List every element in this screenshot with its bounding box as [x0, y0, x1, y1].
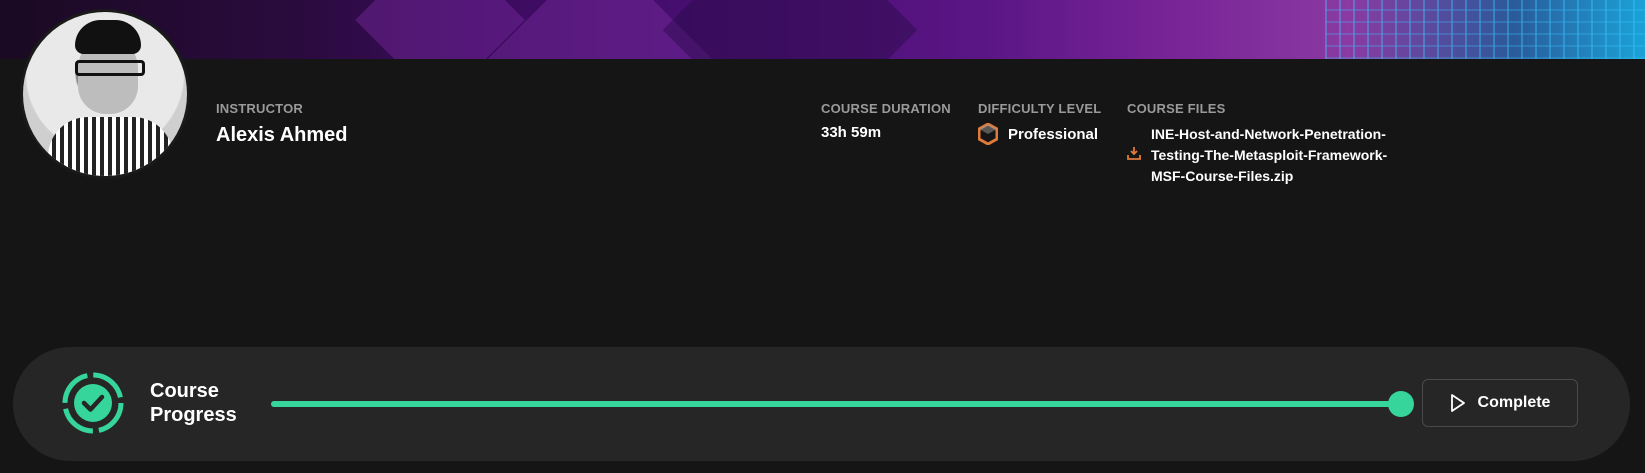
course-file-link[interactable]: INE-Host-and-Network-Penetration-Testing…: [1151, 124, 1391, 187]
download-icon[interactable]: [1127, 146, 1141, 160]
instructor-info: INSTRUCTOR Alexis Ahmed: [216, 101, 348, 147]
difficulty-level: DIFFICULTY LEVEL Professional: [978, 101, 1101, 145]
course-duration: COURSE DURATION 33h 59m: [821, 101, 951, 141]
difficulty-value: Professional: [1008, 125, 1099, 143]
complete-button[interactable]: Complete: [1422, 379, 1578, 427]
course-banner: [0, 0, 1645, 59]
banner-grid-pattern: [1325, 0, 1645, 59]
progress-check-icon: [62, 372, 124, 434]
instructor-avatar: [20, 9, 190, 179]
avatar-shirt: [48, 117, 173, 176]
course-files-label: COURSE FILES: [1127, 101, 1226, 116]
instructor-name[interactable]: Alexis Ahmed: [216, 124, 348, 147]
difficulty-label: DIFFICULTY LEVEL: [978, 101, 1102, 116]
course-progress-label: Course Progress: [150, 380, 237, 426]
course-files: COURSE FILES INE-Host-and-Network-Penetr…: [1127, 101, 1397, 187]
banner-shape: [662, 0, 918, 59]
complete-button-label: Complete: [1477, 394, 1551, 411]
progress-fill: [271, 401, 1401, 407]
course-progress-card: Course Progress Complete: [13, 347, 1630, 461]
play-icon: [1450, 394, 1465, 412]
course-duration-label: COURSE DURATION: [821, 101, 951, 116]
avatar-hair: [75, 20, 141, 54]
avatar-glasses: [75, 60, 145, 76]
course-duration-value: 33h 59m: [821, 124, 882, 141]
progress-track: [271, 391, 1414, 417]
instructor-label: INSTRUCTOR: [216, 101, 303, 116]
hexagon-icon: [978, 123, 998, 145]
progress-handle[interactable]: [1388, 391, 1414, 417]
